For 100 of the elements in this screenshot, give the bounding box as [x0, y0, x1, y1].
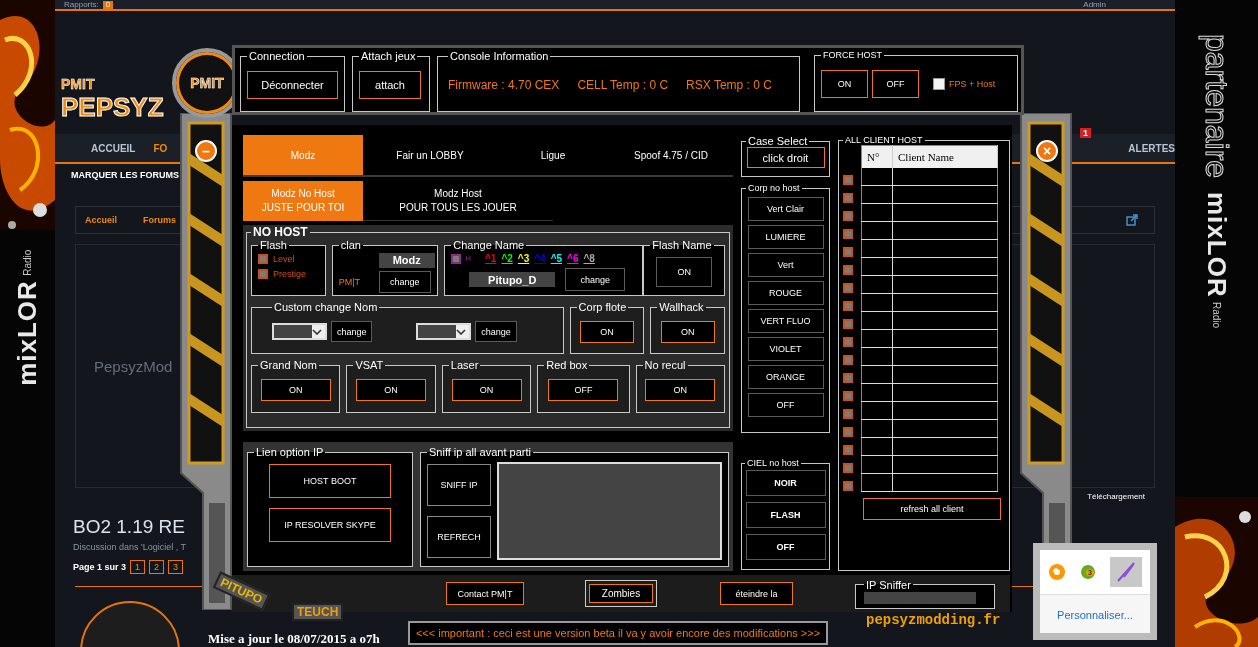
checkbox[interactable]: [843, 409, 853, 419]
clan-tag: Modz: [378, 253, 435, 268]
action-button[interactable]: éteindre la: [720, 582, 793, 605]
toggle-button[interactable]: OFF: [548, 379, 619, 401]
toggle-button[interactable]: ON: [451, 379, 522, 401]
change-button[interactable]: change: [378, 271, 431, 293]
toggle-button[interactable]: ON: [356, 379, 427, 401]
action-button[interactable]: REFRECH: [427, 515, 491, 558]
nav-tab[interactable]: ACCUEIL: [91, 142, 136, 154]
brand-subtitle: Radio: [1211, 301, 1222, 328]
color-code-link[interactable]: ^8: [583, 253, 595, 264]
attach-button[interactable]: attach: [359, 71, 421, 99]
checkbox-label: Level: [273, 254, 295, 264]
toggle-button[interactable]: ON: [821, 70, 868, 98]
placeholder-text: PepsyzMod: [94, 357, 173, 375]
toggle-button[interactable]: OFF: [872, 70, 919, 98]
dropdown[interactable]: [416, 323, 472, 340]
color-button[interactable]: LUMIERE: [747, 225, 824, 249]
thread-meta: Discussion dans 'Logiciel , T: [73, 542, 187, 552]
contact-button[interactable]: Contact PM|T: [446, 582, 524, 605]
page-link[interactable]: 2: [149, 560, 165, 574]
toggle-button[interactable]: ON: [660, 320, 715, 343]
link-button[interactable]: HOST BOOT: [269, 464, 391, 498]
action-button[interactable]: click droit: [746, 147, 825, 168]
checkbox[interactable]: [843, 391, 853, 401]
checkbox[interactable]: [843, 427, 853, 437]
toggle-button[interactable]: ON: [645, 379, 716, 401]
chevron-icon: [456, 328, 467, 335]
action-button[interactable]: SNIFF IP: [427, 463, 491, 506]
page-link[interactable]: 3: [168, 560, 184, 574]
checkbox[interactable]: [451, 253, 462, 264]
color-button[interactable]: OFF: [745, 534, 826, 560]
change-button[interactable]: change: [475, 321, 517, 342]
logo-text: PMIT: [190, 75, 224, 91]
checkbox-label: FPS + Host: [949, 79, 996, 89]
checkbox[interactable]: [843, 481, 853, 491]
change-button[interactable]: change: [331, 321, 373, 342]
page-link[interactable]: 1: [130, 560, 146, 574]
group-title: IP Sniffer: [865, 578, 912, 591]
alert-badge: 1: [1080, 128, 1091, 138]
color-code-link[interactable]: ^2: [501, 253, 513, 264]
checkbox[interactable]: [843, 463, 853, 473]
color-button[interactable]: ROUGE: [747, 281, 824, 305]
color-button[interactable]: Vert Clair: [747, 197, 824, 221]
toggle-button[interactable]: ON: [260, 379, 331, 401]
color-button[interactable]: VIOLET: [747, 337, 824, 361]
status-text: Firmware : 4.70 CEX: [448, 78, 560, 92]
checkbox[interactable]: [843, 355, 853, 365]
ip-field[interactable]: [864, 591, 976, 604]
nav-link[interactable]: MARQUER LES FORUMS: [71, 170, 179, 180]
customize-link[interactable]: Personnaliser...: [1040, 609, 1150, 621]
group-title: Connection: [248, 50, 306, 62]
color-code-link[interactable]: ^1: [485, 253, 497, 264]
name-field[interactable]: Pitupo_D: [469, 272, 556, 287]
checkbox[interactable]: [258, 254, 268, 264]
post-text: Mise a jour le 08/07/2015 a o7h: [208, 631, 380, 647]
checkbox[interactable]: [258, 269, 268, 279]
group-title: Red box: [545, 359, 589, 371]
checkbox[interactable]: [843, 229, 853, 239]
color-button[interactable]: FLASH: [745, 502, 826, 528]
color-button[interactable]: VERT FLUO: [747, 309, 824, 333]
checkbox[interactable]: [843, 283, 853, 293]
checkbox[interactable]: [843, 373, 853, 383]
color-button[interactable]: ORANGE: [747, 365, 824, 389]
checkbox[interactable]: [843, 319, 853, 329]
checkbox[interactable]: [843, 175, 853, 185]
link-button[interactable]: IP RESOLVER SKYPE: [269, 508, 391, 542]
change-button[interactable]: change: [565, 268, 626, 291]
breadcrumb-link[interactable]: Forums: [143, 215, 177, 225]
checkbox[interactable]: [843, 445, 853, 455]
color-button[interactable]: OFF: [747, 393, 824, 417]
color-code-link[interactable]: ^6: [567, 253, 579, 264]
checkbox[interactable]: [843, 193, 853, 203]
checkbox[interactable]: [843, 265, 853, 275]
checkbox[interactable]: [933, 78, 945, 90]
group-title: NO HOST: [252, 225, 309, 239]
status-text: RSX Temp : 0 C: [686, 78, 772, 92]
nav-tab[interactable]: ALERTES: [1128, 142, 1175, 154]
brand-subtitle: Radio: [22, 250, 33, 277]
brand-logo: mixLOR: [12, 280, 43, 386]
checkbox[interactable]: [843, 337, 853, 347]
zombies-button[interactable]: Zombies: [589, 584, 653, 603]
refresh-button[interactable]: refresh all client: [863, 498, 1001, 520]
feather-icon: [1110, 557, 1143, 587]
dropdown[interactable]: [272, 323, 327, 340]
checkbox[interactable]: [843, 211, 853, 221]
nav-tab[interactable]: FO: [153, 142, 168, 154]
menu-link[interactable]: Téléchargement: [1087, 491, 1145, 501]
toggle-button[interactable]: ON: [579, 320, 634, 343]
output-area[interactable]: [497, 461, 722, 560]
color-button[interactable]: NOIR: [745, 470, 826, 496]
color-code-link[interactable]: ^3: [517, 253, 530, 264]
breadcrumb-link[interactable]: Accueil: [85, 215, 117, 225]
color-code-link[interactable]: ^5: [550, 253, 563, 264]
disconnect-button[interactable]: Déconnecter: [247, 71, 338, 99]
toggle-button[interactable]: ON: [656, 256, 713, 287]
checkbox[interactable]: [843, 301, 853, 311]
user-link[interactable]: Admin: [1083, 0, 1106, 9]
checkbox[interactable]: [843, 247, 853, 257]
color-button[interactable]: Vert: [747, 253, 824, 277]
